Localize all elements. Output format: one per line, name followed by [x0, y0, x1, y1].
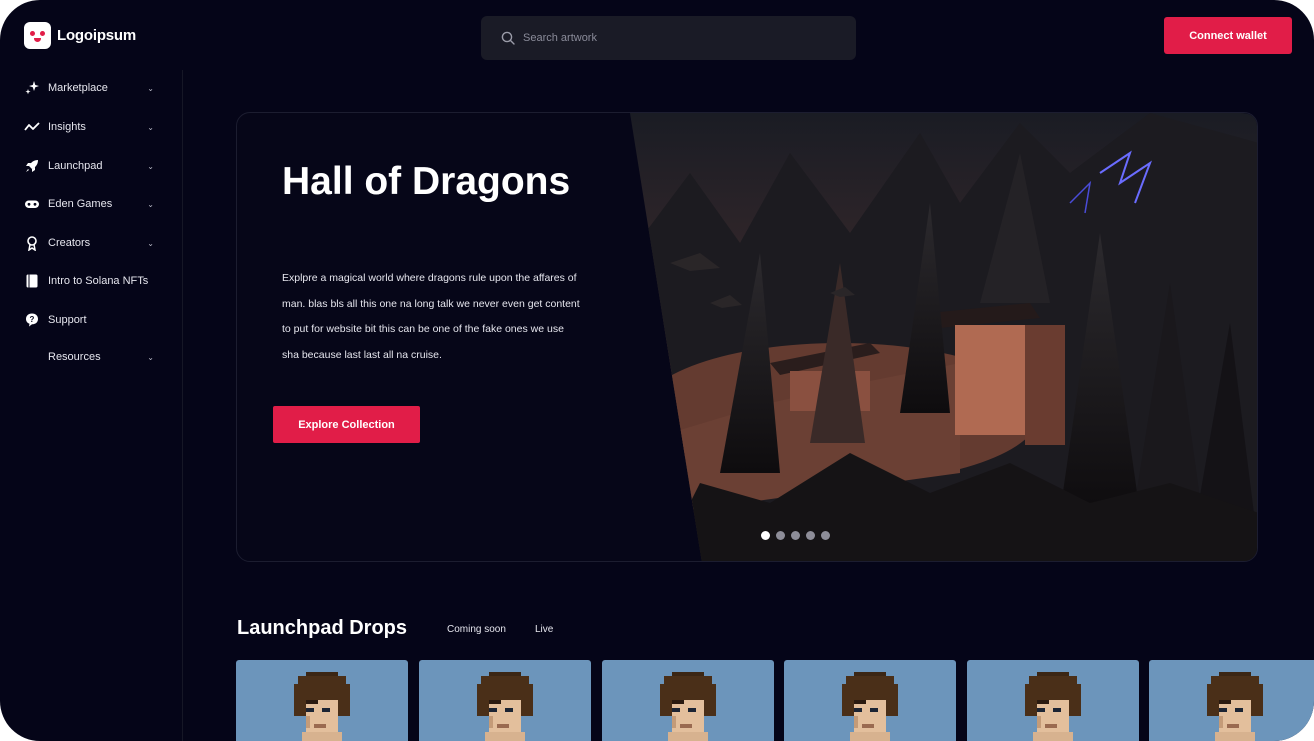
pixel-avatar-image	[1025, 672, 1081, 741]
search-bar[interactable]	[481, 16, 856, 60]
carousel-dot[interactable]	[806, 531, 815, 540]
trend-line-icon	[24, 119, 40, 135]
award-icon	[24, 235, 40, 251]
hero-artwork	[630, 113, 1257, 561]
sidebar: Marketplace ⌄ Insights ⌄ Launchpad ⌄ Ede…	[0, 70, 183, 741]
drop-card[interactable]	[419, 660, 591, 741]
sidebar-item-insights[interactable]: Insights ⌄	[24, 117, 154, 137]
pixel-avatar-image	[477, 672, 533, 741]
drop-card[interactable]	[1149, 660, 1314, 741]
sidebar-item-creators[interactable]: Creators ⌄	[24, 233, 154, 253]
chevron-down-icon: ⌄	[147, 161, 154, 171]
chevron-down-icon: ⌄	[147, 83, 154, 93]
sidebar-item-support[interactable]: ? Support	[24, 310, 154, 330]
chevron-down-icon: ⌄	[147, 352, 154, 362]
drop-card[interactable]	[784, 660, 956, 741]
carousel-dot[interactable]	[761, 531, 770, 540]
sidebar-item-resources[interactable]: Resources ⌄	[24, 347, 154, 367]
help-icon: ?	[24, 312, 40, 328]
gamepad-icon	[24, 196, 40, 212]
sidebar-item-label: Eden Games	[48, 198, 113, 210]
sidebar-item-label: Launchpad	[48, 160, 103, 172]
hero-banner: Hall of Dragons Explpre a magical world …	[236, 112, 1258, 562]
app-frame: Logoipsum Connect wallet Marketplace ⌄ I…	[0, 0, 1314, 741]
hero-title: Hall of Dragons	[282, 160, 571, 203]
tab-live[interactable]: Live	[535, 624, 553, 635]
carousel-dot[interactable]	[776, 531, 785, 540]
rocket-icon	[24, 158, 40, 174]
sparkle-icon	[24, 80, 40, 96]
svg-text:?: ?	[30, 315, 35, 324]
search-icon	[501, 31, 515, 45]
pixel-avatar-image	[294, 672, 350, 741]
sidebar-item-intro-solana[interactable]: Intro to Solana NFTs	[24, 271, 154, 291]
hero-description: Explpre a magical world where dragons ru…	[282, 272, 580, 361]
sidebar-item-label: Intro to Solana NFTs	[48, 275, 149, 287]
book-icon	[24, 273, 40, 289]
pixel-avatar-image	[842, 672, 898, 741]
carousel-dots	[761, 531, 830, 540]
drop-card[interactable]	[602, 660, 774, 741]
tab-coming-soon[interactable]: Coming soon	[447, 624, 506, 635]
drop-card[interactable]	[967, 660, 1139, 741]
explore-collection-button[interactable]: Explore Collection	[273, 406, 420, 443]
pixel-avatar-image	[1207, 672, 1263, 741]
logo-icon	[24, 22, 51, 49]
logo[interactable]: Logoipsum	[24, 22, 136, 49]
chevron-down-icon: ⌄	[147, 122, 154, 132]
logo-text: Logoipsum	[57, 27, 137, 44]
search-input[interactable]	[523, 32, 823, 44]
drop-card[interactable]	[236, 660, 408, 741]
sidebar-item-label: Marketplace	[48, 82, 108, 94]
sidebar-item-label: Resources	[48, 351, 101, 363]
sidebar-item-launchpad[interactable]: Launchpad ⌄	[24, 156, 154, 176]
sidebar-item-label: Support	[48, 314, 87, 326]
sidebar-item-label: Insights	[48, 121, 86, 133]
carousel-dot[interactable]	[791, 531, 800, 540]
sidebar-item-eden-games[interactable]: Eden Games ⌄	[24, 194, 154, 214]
carousel-dot[interactable]	[821, 531, 830, 540]
chevron-down-icon: ⌄	[147, 238, 154, 248]
sidebar-item-label: Creators	[48, 237, 91, 249]
connect-wallet-button[interactable]: Connect wallet	[1164, 17, 1292, 54]
sidebar-item-marketplace[interactable]: Marketplace ⌄	[24, 78, 154, 98]
chevron-down-icon: ⌄	[147, 199, 154, 209]
launchpad-drops-title: Launchpad Drops	[237, 617, 408, 639]
pixel-avatar-image	[660, 672, 716, 741]
